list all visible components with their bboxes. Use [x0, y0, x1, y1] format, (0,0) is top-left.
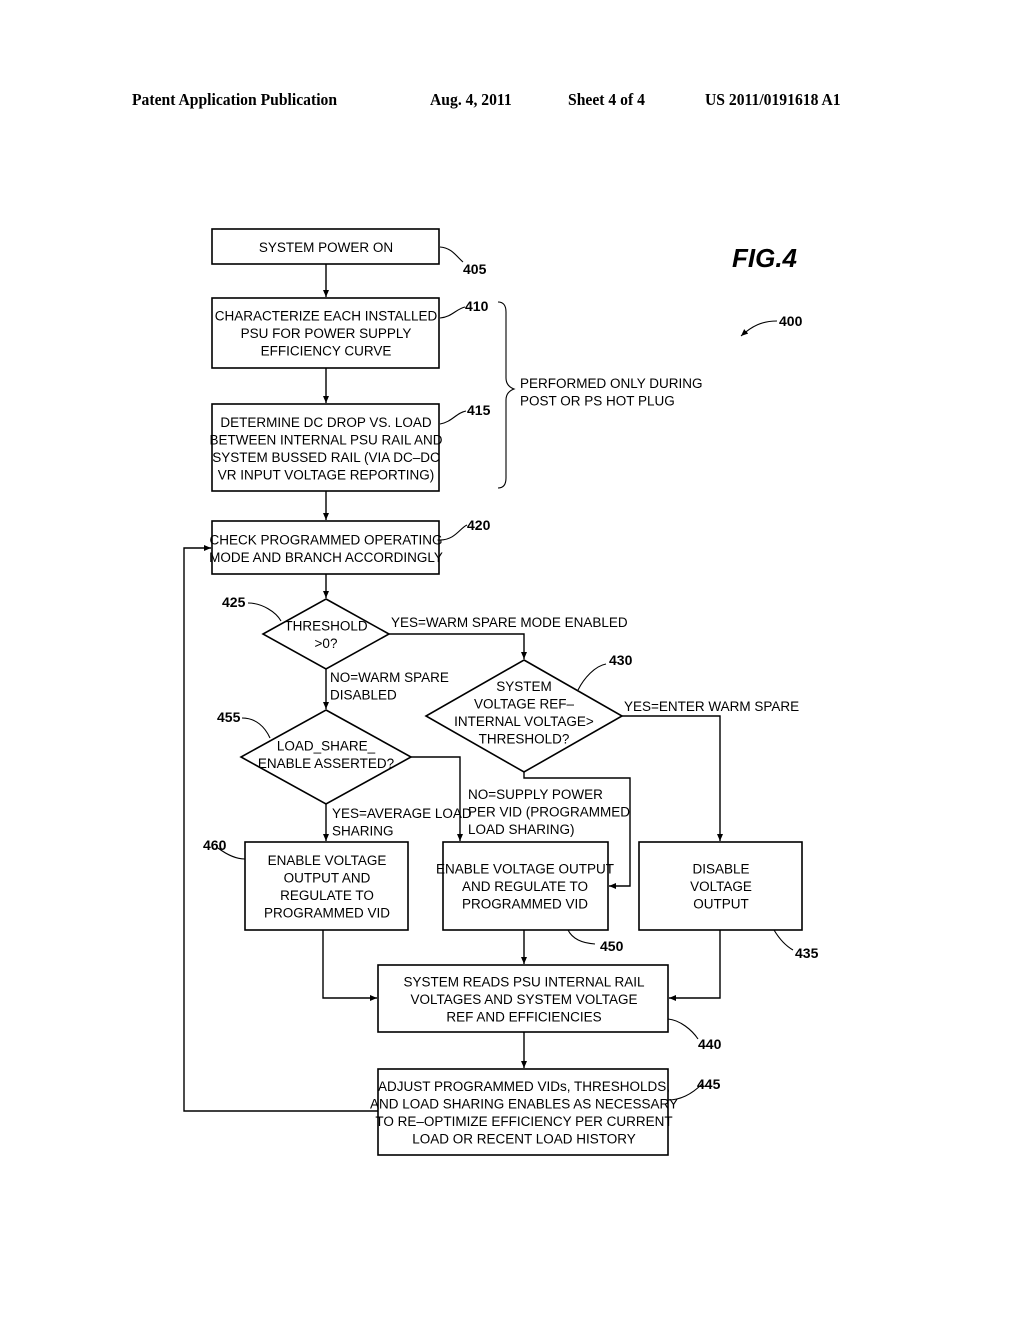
text-line: CHECK PROGRAMMED OPERATING	[209, 532, 442, 547]
text-line: DETERMINE DC DROP VS. LOAD	[220, 415, 432, 430]
figure-ref-400: 400	[740, 313, 803, 337]
node-420-box	[211, 520, 440, 575]
ref-415: 415	[467, 402, 491, 418]
leader-410	[439, 306, 466, 319]
edge-label-425-no: NO=WARM SPARE DISABLED	[330, 670, 449, 703]
node-425-diamond	[261, 598, 391, 670]
text-line: EFFICIENCY CURVE	[261, 344, 392, 359]
text-line: SYSTEM POWER ON	[259, 240, 393, 255]
text-line: AND REGULATE TO	[462, 879, 588, 894]
text-line: YES=ENTER WARM SPARE	[624, 699, 799, 714]
edge-label-430-yes: YES=ENTER WARM SPARE	[624, 699, 799, 714]
leader-430	[577, 663, 607, 691]
text-line: REF AND EFFICIENCIES	[446, 1010, 601, 1025]
text-line: TO RE–OPTIMIZE EFFICIENCY PER CURRENT	[375, 1114, 672, 1129]
brace-note: PERFORMED ONLY DURING POST OR PS HOT PLUG	[520, 376, 703, 409]
flowchart: FIG.4 400 405 410 415 420 425 430 455 46…	[183, 228, 819, 1156]
text-line: VOLTAGE	[690, 879, 752, 894]
figure-ref-number: 400	[779, 313, 803, 329]
ref-455: 455	[217, 709, 241, 725]
ref-445: 445	[697, 1076, 721, 1092]
text-line: OUTPUT	[693, 897, 749, 912]
edge-label-425-yes: YES=WARM SPARE MODE ENABLED	[391, 615, 628, 630]
text-line: REGULATE TO	[280, 888, 374, 903]
text-line: PER VID (PROGRAMMED	[468, 805, 630, 820]
edge-430-435-yes	[622, 715, 723, 841]
ref-405: 405	[463, 261, 487, 277]
text-line: ADJUST PROGRAMMED VIDs, THRESHOLDS,	[378, 1079, 670, 1094]
edge-460-440	[322, 930, 377, 1001]
text-line: PROGRAMMED VID	[462, 897, 588, 912]
text-line: YES=WARM SPARE MODE ENABLED	[391, 615, 628, 630]
edge-label-430-no: NO=SUPPLY POWER PER VID (PROGRAMMED LOAD S…	[468, 787, 630, 837]
text-line: SYSTEM	[496, 679, 552, 694]
leader-455	[241, 717, 271, 739]
edge-455-450-no	[411, 756, 463, 841]
figure-ref-arrow	[740, 320, 778, 337]
text-line: BETWEEN INTERNAL PSU RAIL AND	[209, 432, 442, 447]
text-line: ENABLE ASSERTED?	[258, 756, 394, 771]
text-line: PSU FOR POWER SUPPLY	[241, 326, 412, 341]
edge-425-430-yes	[389, 633, 527, 659]
text-line: LOAD SHARING)	[468, 822, 575, 837]
text-line: MODE AND BRANCH ACCORDINGLY	[209, 550, 443, 565]
text-line: SYSTEM BUSSED RAIL (VIA DC–DC	[212, 450, 440, 465]
ref-410: 410	[465, 298, 489, 314]
text-line: POST OR PS HOT PLUG	[520, 394, 675, 409]
text-line: CHARACTERIZE EACH INSTALLED	[215, 309, 438, 324]
leader-425	[247, 602, 282, 622]
leader-405	[439, 246, 464, 263]
node-450-text: ENABLE VOLTAGE OUTPUT AND REGULATE TO PROG…	[436, 862, 614, 912]
text-line: >0?	[315, 636, 338, 651]
text-line: NO=SUPPLY POWER	[468, 787, 603, 802]
leader-435	[773, 929, 794, 951]
text-line: VOLTAGE REF–	[474, 696, 575, 711]
text-line: ENABLE VOLTAGE	[268, 853, 387, 868]
text-line: DISABLED	[330, 688, 397, 703]
text-line: DISABLE	[692, 862, 749, 877]
ref-420: 420	[467, 517, 491, 533]
brace	[497, 301, 516, 489]
text-line: AND LOAD SHARING ENABLES AS NECESSARY	[370, 1096, 678, 1111]
text-line: ENABLE VOLTAGE OUTPUT	[436, 862, 614, 877]
text-line: YES=AVERAGE LOAD	[332, 806, 472, 821]
figure-label: FIG.4	[732, 243, 798, 273]
leader-440	[667, 1018, 699, 1040]
edge-435-440	[669, 930, 721, 1001]
ref-435: 435	[795, 945, 819, 961]
text-line: PERFORMED ONLY DURING	[520, 376, 703, 391]
text-line: VR INPUT VOLTAGE REPORTING)	[218, 467, 435, 482]
ref-450: 450	[600, 938, 624, 954]
text-line: SYSTEM READS PSU INTERNAL RAIL	[403, 975, 645, 990]
ref-425: 425	[222, 594, 246, 610]
leader-415	[439, 410, 467, 425]
text-line: INTERNAL VOLTAGE>	[454, 714, 594, 729]
text-line: NO=WARM SPARE	[330, 670, 449, 685]
edge-label-455-yes: YES=AVERAGE LOAD SHARING	[332, 806, 472, 839]
text-line: THRESHOLD?	[479, 731, 570, 746]
text-line: SHARING	[332, 824, 394, 839]
text-line: LOAD OR RECENT LOAD HISTORY	[412, 1131, 636, 1146]
leader-420	[439, 524, 468, 541]
text-line: LOAD_SHARE_	[277, 738, 376, 753]
ref-440: 440	[698, 1036, 722, 1052]
text-line: PROGRAMMED VID	[264, 905, 390, 920]
text-line: THRESHOLD	[284, 618, 368, 633]
text-line: OUTPUT AND	[284, 870, 371, 885]
ref-460: 460	[203, 837, 227, 853]
ref-430: 430	[609, 652, 633, 668]
node-435-text: DISABLE VOLTAGE OUTPUT	[690, 862, 752, 912]
node-405-text: SYSTEM POWER ON	[259, 240, 393, 255]
text-line: VOLTAGES AND SYSTEM VOLTAGE	[410, 992, 637, 1007]
leader-450	[567, 929, 596, 945]
